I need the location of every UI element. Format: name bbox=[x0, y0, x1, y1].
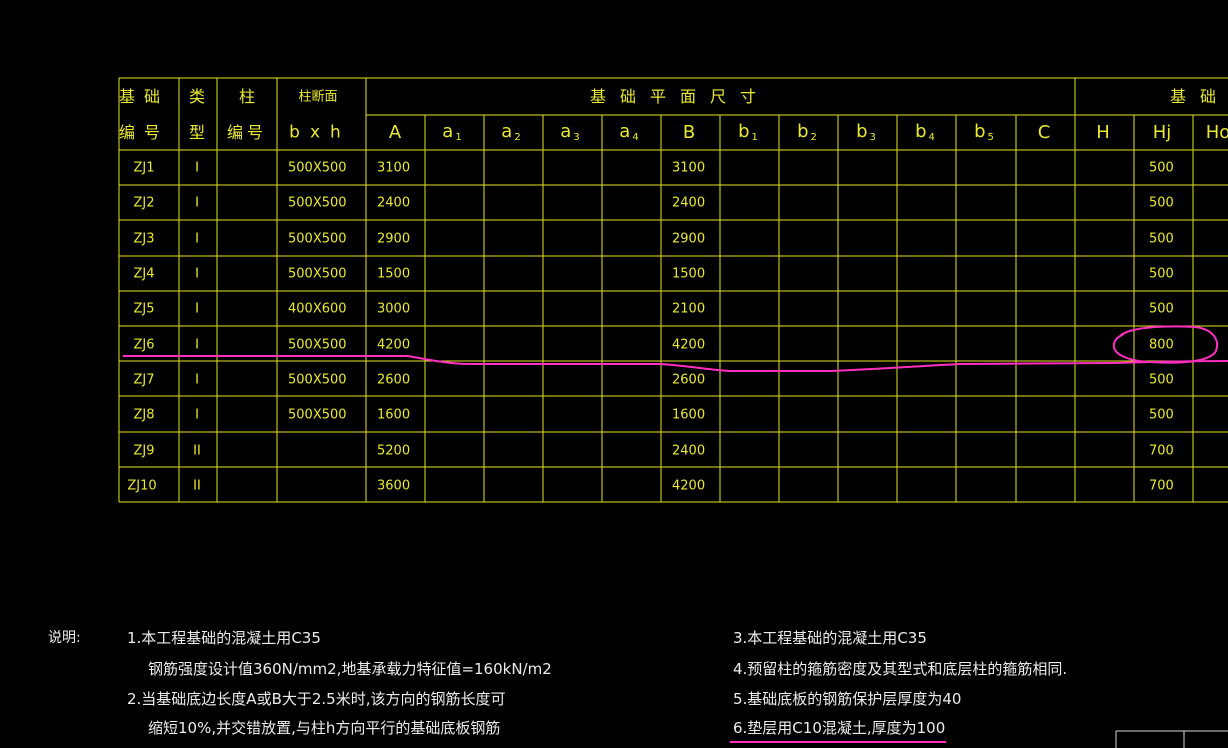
header-b1: b1 bbox=[738, 121, 758, 143]
cell-code: ZJ7 bbox=[133, 372, 155, 388]
cell-A: 4200 bbox=[377, 337, 411, 353]
cell-type: I bbox=[195, 160, 199, 176]
cell-B: 2100 bbox=[672, 301, 706, 317]
cell-Hj: 500 bbox=[1149, 266, 1174, 282]
cell-B: 2600 bbox=[672, 372, 706, 388]
cell-code: ZJ1 bbox=[133, 160, 155, 176]
cell-type: I bbox=[195, 195, 199, 211]
cell-Hj: 500 bbox=[1149, 231, 1174, 247]
note-right-5: 5.基础底板的钢筋保护层厚度为40 bbox=[733, 690, 962, 708]
cell-code: ZJ5 bbox=[133, 301, 155, 317]
cell-A: 2600 bbox=[377, 372, 411, 388]
cell-type: II bbox=[193, 478, 201, 494]
header-plan-size: 基础平面尺寸 bbox=[589, 87, 771, 106]
header-foundation-code-bottom: 编号 bbox=[118, 123, 170, 142]
cell-type: I bbox=[195, 266, 199, 282]
cell-A: 3100 bbox=[377, 160, 411, 176]
cell-Hj: 700 bbox=[1149, 443, 1174, 459]
cell-section: 500X500 bbox=[288, 195, 347, 211]
cell-Hj: 500 bbox=[1149, 407, 1174, 423]
cell-Hj: 800 bbox=[1149, 337, 1174, 353]
header-b2: b2 bbox=[797, 121, 817, 143]
cell-A: 3000 bbox=[377, 301, 411, 317]
header-A: A bbox=[388, 122, 402, 143]
header-b3: b3 bbox=[856, 121, 876, 143]
note-right-4: 4.预留柱的箍筋密度及其型式和底层柱的箍筋相同. bbox=[733, 660, 1068, 678]
cell-code: ZJ4 bbox=[133, 266, 155, 282]
header-b4: b4 bbox=[915, 121, 935, 143]
cell-B: 4200 bbox=[672, 478, 706, 494]
header-a2: a2 bbox=[501, 121, 521, 143]
cell-Hj: 700 bbox=[1149, 478, 1174, 494]
header-H: H bbox=[1096, 122, 1110, 143]
cell-type: I bbox=[195, 231, 199, 247]
note-left-1: 1.本工程基础的混凝土用C35 bbox=[127, 629, 321, 647]
cell-Hj: 500 bbox=[1149, 301, 1174, 317]
cell-section: 500X500 bbox=[288, 231, 347, 247]
cell-B: 1600 bbox=[672, 407, 706, 423]
header-type-bottom: 型 bbox=[188, 123, 206, 142]
cell-A: 5200 bbox=[377, 443, 411, 459]
header-a4: a4 bbox=[619, 121, 639, 143]
header-Hj: Hj bbox=[1152, 122, 1172, 143]
cell-type: II bbox=[193, 443, 201, 459]
header-a1: a1 bbox=[442, 121, 462, 143]
cell-section: 500X500 bbox=[288, 266, 347, 282]
notes-label: 说明: bbox=[48, 630, 81, 646]
header-type-top: 类 bbox=[188, 87, 206, 106]
cell-section: 500X500 bbox=[288, 337, 347, 353]
cell-B: 3100 bbox=[672, 160, 706, 176]
cell-A: 2400 bbox=[377, 195, 411, 211]
cell-code: ZJ6 bbox=[133, 337, 155, 353]
note-left-3: 2.当基础底边长度A或B大于2.5米时,该方向的钢筋长度可 bbox=[127, 690, 506, 708]
cell-A: 2900 bbox=[377, 231, 411, 247]
cell-Hj: 500 bbox=[1149, 372, 1174, 388]
cell-B: 2900 bbox=[672, 231, 706, 247]
header-column-top: 柱 bbox=[238, 87, 256, 106]
header-Ho: Ho bbox=[1205, 122, 1228, 143]
cell-type: I bbox=[195, 337, 199, 353]
cell-section: 500X500 bbox=[288, 407, 347, 423]
cell-type: I bbox=[195, 407, 199, 423]
header-column-section-top: 柱断面 bbox=[298, 89, 338, 105]
cell-Hj: 500 bbox=[1149, 160, 1174, 176]
cad-drawing-canvas[interactable]: 基础 类 柱 柱断面 基础平面尺寸 基础 编号 型 编号 bxh A a1 a2… bbox=[0, 0, 1228, 748]
cell-section: 500X500 bbox=[288, 160, 347, 176]
cell-type: I bbox=[195, 301, 199, 317]
note-right-3: 3.本工程基础的混凝土用C35 bbox=[733, 629, 927, 647]
cell-code: ZJ2 bbox=[133, 195, 155, 211]
cell-A: 3600 bbox=[377, 478, 411, 494]
cell-type: I bbox=[195, 372, 199, 388]
header-foundation-partial: 基础 bbox=[1169, 87, 1228, 106]
cell-B: 2400 bbox=[672, 443, 706, 459]
cell-section: 400X600 bbox=[288, 301, 347, 317]
cell-A: 1600 bbox=[377, 407, 411, 423]
header-section-bxh: bxh bbox=[289, 122, 351, 143]
header-b5: b5 bbox=[974, 121, 994, 143]
header-B: B bbox=[682, 122, 696, 143]
header-C: C bbox=[1037, 122, 1051, 143]
header-foundation-code-top: 基础 bbox=[118, 87, 170, 106]
header-a3: a3 bbox=[560, 121, 580, 143]
note-right-6: 6.垫层用C10混凝土,厚度为100 bbox=[733, 719, 946, 737]
cell-code: ZJ3 bbox=[133, 231, 155, 247]
cell-A: 1500 bbox=[377, 266, 411, 282]
header-column-bottom: 编号 bbox=[226, 123, 268, 142]
cell-B: 1500 bbox=[672, 266, 706, 282]
cell-code: ZJ10 bbox=[127, 478, 157, 494]
note-left-4: 缩短10%,并交错放置,与柱h方向平行的基础底板钢筋 bbox=[148, 719, 501, 737]
cell-B: 2400 bbox=[672, 195, 706, 211]
cell-Hj: 500 bbox=[1149, 195, 1174, 211]
cell-code: ZJ9 bbox=[133, 443, 155, 459]
cell-B: 4200 bbox=[672, 337, 706, 353]
note-left-2: 钢筋强度设计值360N/mm2,地基承载力特征值=160kN/m2 bbox=[148, 660, 552, 678]
cell-section: 500X500 bbox=[288, 372, 347, 388]
cell-code: ZJ8 bbox=[133, 407, 155, 423]
